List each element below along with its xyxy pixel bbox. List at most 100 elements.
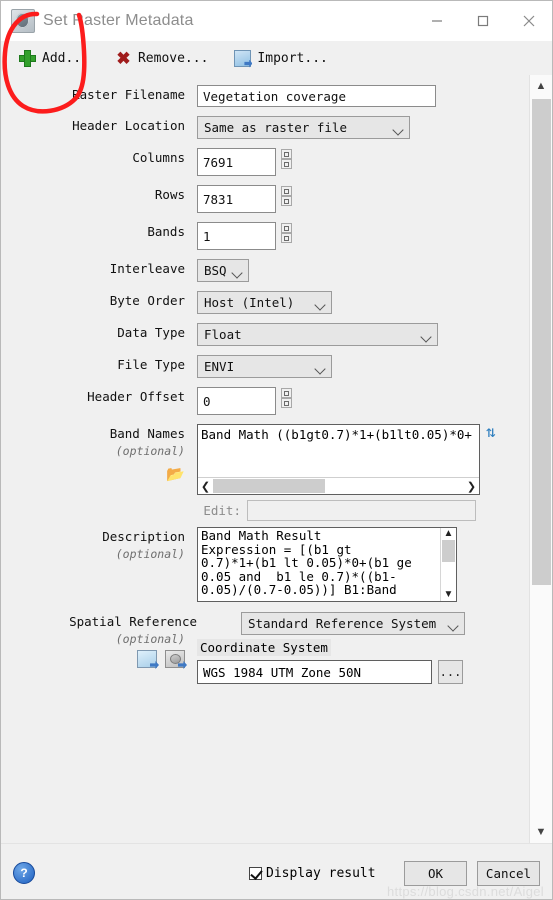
scroll-up-icon[interactable]: ▲ — [530, 75, 552, 97]
spatial-reference-type-select[interactable]: Standard Reference System — [241, 612, 465, 635]
bands-stepper-up[interactable] — [281, 223, 292, 233]
form-vertical-scrollbar[interactable]: ▲ ▼ — [529, 75, 552, 843]
header-offset-stepper[interactable] — [281, 388, 292, 408]
columns-stepper-up[interactable] — [281, 149, 292, 159]
image-import-icon — [234, 49, 252, 67]
row-header-offset: Header Offset 0 — [1, 387, 530, 415]
description-value: Band Math Result Expression = [(b1 gt 0.… — [201, 528, 412, 598]
scroll-down-icon[interactable]: ▼ — [444, 589, 454, 601]
close-icon[interactable] — [506, 1, 552, 41]
row-bands: Bands 1 — [1, 222, 530, 250]
add-button[interactable]: Add... — [19, 49, 89, 67]
raster-filename-label: Raster Filename — [72, 87, 185, 102]
metadata-form: Raster Filename Vegetation coverage Head… — [1, 75, 530, 843]
hscroll-trough[interactable] — [213, 479, 464, 493]
description-textarea[interactable]: Band Math Result Expression = [(b1 gt 0.… — [197, 527, 457, 602]
band-names-optional: (optional) — [115, 444, 185, 458]
coordinate-system-browse-button[interactable]: ... — [438, 660, 463, 684]
description-vscroll-thumb[interactable] — [442, 540, 455, 562]
bands-stepper-down[interactable] — [281, 233, 292, 243]
file-type-select[interactable]: ENVI — [197, 355, 332, 378]
data-type-label: Data Type — [117, 325, 185, 340]
header-offset-input[interactable]: 0 — [197, 387, 276, 415]
hscroll-thumb[interactable] — [213, 479, 325, 493]
remove-label: Remove... — [137, 50, 209, 66]
scroll-down-icon[interactable]: ▼ — [530, 821, 552, 843]
description-optional: (optional) — [115, 547, 185, 561]
display-result-checkbox-wrap[interactable]: Display result — [249, 866, 376, 881]
spatial-reference-label: Spatial Reference — [69, 614, 197, 629]
display-result-label: Display result — [266, 865, 376, 881]
band-names-label: Band Names — [109, 426, 185, 441]
rows-stepper-up[interactable] — [281, 186, 292, 196]
file-type-label: File Type — [117, 357, 185, 372]
header-location-select[interactable]: Same as raster file — [197, 116, 410, 139]
header-offset-label: Header Offset — [87, 389, 185, 404]
band-names-label-group: Band Names (optional) 📂 — [1, 424, 197, 484]
band-names-list[interactable]: Band Math ((b1gt0.7)*1+(b1lt0.05)*0+ ❮ ❯ — [197, 424, 480, 495]
cancel-button[interactable]: Cancel — [477, 860, 540, 886]
refresh-icon[interactable]: ⇅ — [486, 424, 496, 440]
app-icon — [11, 9, 35, 33]
ok-button[interactable]: OK — [404, 860, 467, 886]
row-interleave: Interleave BSQ — [1, 259, 530, 282]
display-result-checkbox[interactable] — [249, 866, 262, 880]
help-icon[interactable]: ? — [13, 862, 35, 884]
band-names-hscrollbar[interactable]: ❮ ❯ — [198, 477, 479, 494]
add-label: Add... — [42, 50, 89, 66]
row-rows: Rows 7831 — [1, 185, 530, 213]
rows-stepper-down[interactable] — [281, 196, 292, 206]
row-description: Description (optional) Band Math Result … — [1, 527, 530, 602]
row-data-type: Data Type Float — [1, 323, 530, 346]
open-folder-icon[interactable]: 📂 — [1, 464, 185, 484]
columns-input[interactable]: 7691 — [197, 148, 276, 176]
header-offset-stepper-up[interactable] — [281, 388, 292, 398]
data-type-select[interactable]: Float — [197, 323, 438, 346]
row-spatial-reference: Spatial Reference (optional) Standard Re… — [1, 612, 530, 684]
window-title: Set Raster Metadata — [43, 12, 194, 29]
description-label-group: Description (optional) — [1, 527, 197, 561]
interleave-select[interactable]: BSQ — [197, 259, 249, 282]
minimize-icon[interactable] — [414, 1, 460, 41]
row-byte-order: Byte Order Host (Intel) — [1, 291, 530, 314]
bands-input[interactable]: 1 — [197, 222, 276, 250]
toolbar: Add... ✖ Remove... Import... — [1, 41, 552, 75]
maximize-icon[interactable] — [460, 1, 506, 41]
header-offset-stepper-down[interactable] — [281, 398, 292, 408]
coordinate-system-label: Coordinate System — [197, 639, 331, 656]
scroll-right-icon[interactable]: ❯ — [464, 480, 479, 493]
coordinate-export-icon[interactable] — [165, 650, 185, 668]
byte-order-select[interactable]: Host (Intel) — [197, 291, 332, 314]
edit-input[interactable] — [247, 500, 476, 521]
set-raster-metadata-dialog: Set Raster Metadata Add... ✖ Remove... I… — [0, 0, 553, 900]
scroll-up-icon[interactable]: ▲ — [444, 528, 454, 540]
rows-label: Rows — [154, 187, 185, 202]
columns-stepper-down[interactable] — [281, 159, 292, 169]
band-names-value: Band Math ((b1gt0.7)*1+(b1lt0.05)*0+ — [201, 427, 472, 442]
scroll-left-icon[interactable]: ❮ — [198, 480, 213, 493]
raster-filename-input[interactable]: Vegetation coverage — [197, 85, 436, 107]
description-vscrollbar[interactable]: ▲ ▼ — [440, 528, 456, 601]
window-controls — [414, 1, 552, 41]
columns-stepper[interactable] — [281, 149, 292, 169]
interleave-label: Interleave — [109, 261, 185, 276]
plus-icon — [19, 49, 36, 67]
row-file-type: File Type ENVI — [1, 355, 530, 378]
import-button[interactable]: Import... — [234, 49, 328, 67]
row-band-names: Band Names (optional) 📂 Band Math ((b1gt… — [1, 424, 530, 521]
footer-buttons: OK Cancel — [404, 860, 540, 886]
row-header-location: Header Location Same as raster file — [1, 116, 530, 139]
rows-stepper[interactable] — [281, 186, 292, 206]
coordinate-system-input[interactable]: WGS 1984 UTM Zone 50N — [197, 660, 432, 684]
spatial-reference-optional: (optional) — [115, 632, 185, 646]
bands-stepper[interactable] — [281, 223, 292, 243]
band-names-edit-row: Edit: — [197, 500, 476, 521]
rows-input[interactable]: 7831 — [197, 185, 276, 213]
spatial-reference-label-group: Spatial Reference (optional) — [1, 612, 197, 668]
raster-export-icon[interactable] — [137, 650, 157, 668]
watermark: https://blog.csdn.net/Aigel — [387, 884, 544, 899]
vscroll-thumb[interactable] — [532, 99, 551, 585]
remove-button[interactable]: ✖ Remove... — [115, 50, 208, 67]
bands-label: Bands — [147, 224, 185, 239]
header-location-label: Header Location — [72, 118, 185, 133]
